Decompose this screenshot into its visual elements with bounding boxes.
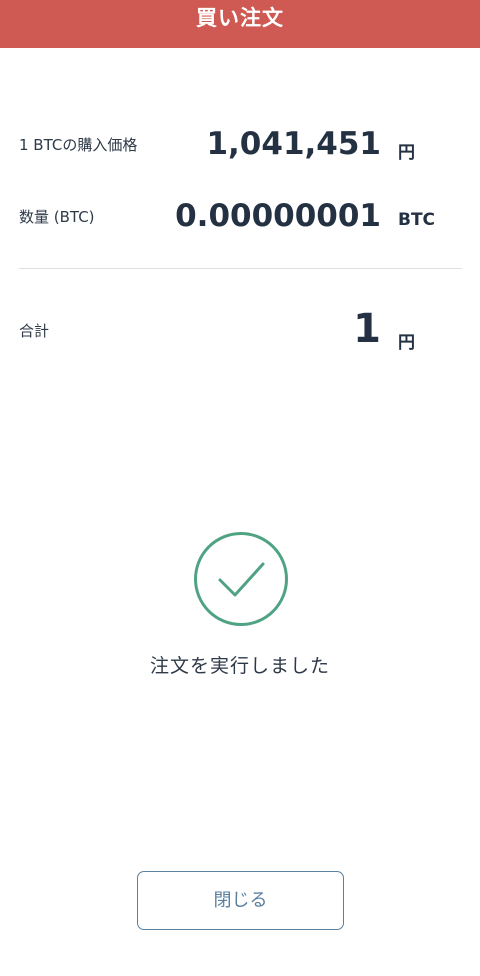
price-unit: 円 [398,143,415,163]
price-label: 1 BTCの購入価格 [19,136,138,154]
header-bar: 買い注文 [0,0,480,48]
success-message: 注文を実行しました [149,655,330,677]
quantity-value: 0.00000001 [175,198,381,234]
total-unit: 円 [398,333,415,353]
order-confirmation-screen: 買い注文 1 BTCの購入価格 1,041,451 円 数量 (BTC) 0.0… [0,0,480,976]
quantity-unit: BTC [398,210,436,230]
quantity-label: 数量 (BTC) [19,208,95,226]
close-button[interactable]: 閉じる [137,871,344,930]
total-label: 合計 [19,322,50,340]
total-value: 1 [353,306,381,352]
price-value: 1,041,451 [206,126,381,162]
page-title: 買い注文 [196,6,284,30]
checkmark-circle-icon [194,532,288,626]
divider [19,268,462,269]
